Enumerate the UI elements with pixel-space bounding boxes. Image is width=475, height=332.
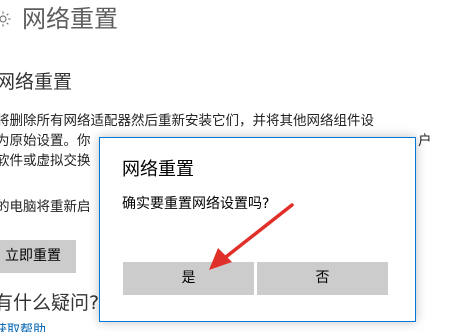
description-line-4: 的电脑将重新启 [0,199,91,215]
description-line-3: 软件或虚拟交换 [0,153,91,169]
section-title: 网络重置 [0,71,73,93]
network-reset-dialog: 网络重置 确实要重置网络设置吗? 是 否 [99,137,416,322]
yes-button[interactable]: 是 [123,262,254,295]
page-header: 网络重置 [0,4,118,34]
description-line-2: 为原始设置。你 [0,133,91,149]
description-line-2-tail: 户 [418,133,432,149]
questions-heading: 有什么疑问? [0,292,100,314]
reset-now-button[interactable]: 立即重置 [0,240,76,273]
gear-icon [0,11,11,27]
dialog-message: 确实要重置网络设置吗? [122,196,270,212]
description-line-1: 将删除所有网络适配器然后重新安装它们，并将其他网络组件设 [0,113,374,129]
screen: 网络重置 网络重置 将删除所有网络适配器然后重新安装它们，并将其他网络组件设 为… [0,0,475,332]
dialog-title: 网络重置 [122,159,194,180]
no-button[interactable]: 否 [257,262,388,295]
help-link[interactable]: 获取帮助 [0,322,46,332]
page-title: 网络重置 [22,5,118,33]
